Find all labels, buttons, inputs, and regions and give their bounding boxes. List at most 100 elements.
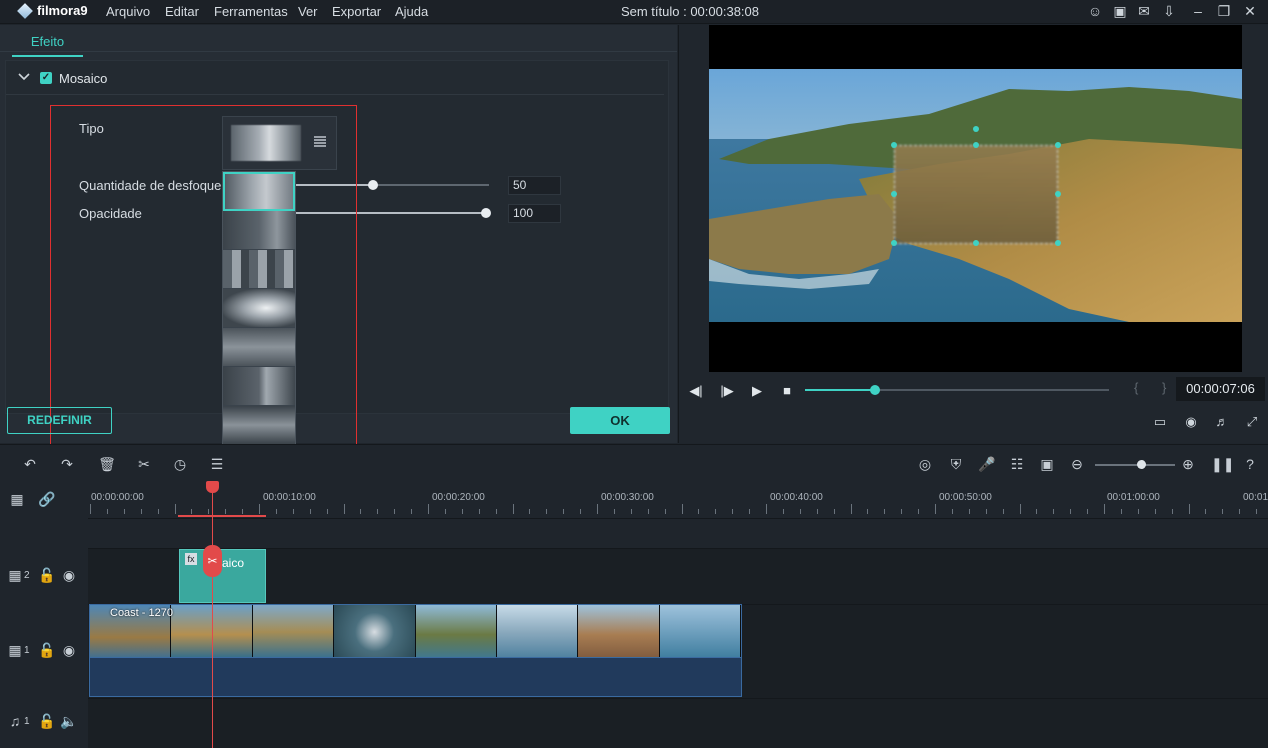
mosaic-option-5[interactable] [223, 328, 295, 367]
prev-frame-icon[interactable]: ◀| [688, 383, 704, 399]
opacity-slider-knob[interactable] [481, 208, 491, 218]
eye-icon[interactable]: ◉ [60, 641, 78, 659]
tab-efeito[interactable]: Efeito [12, 34, 83, 57]
close-icon[interactable]: ✕ [1241, 2, 1259, 20]
ruler-tick [546, 509, 548, 514]
user-icon[interactable]: ☺ [1086, 2, 1104, 20]
eye-icon[interactable]: ◉ [60, 566, 78, 584]
reset-button[interactable]: REDEFINIR [7, 407, 112, 434]
blur-slider-fill [296, 184, 373, 186]
mosaic-effect-clip[interactable]: fx saico [179, 549, 266, 603]
audio-track-lane[interactable] [88, 698, 1268, 748]
preview-canvas[interactable] [709, 25, 1242, 372]
volume-icon[interactable]: ♬ [1213, 413, 1231, 431]
ruler-tick [259, 504, 260, 514]
resize-handle-tl[interactable] [891, 142, 897, 148]
download-icon[interactable]: ⇩ [1160, 2, 1178, 20]
mosaic-type-select[interactable] [222, 116, 337, 170]
save-icon[interactable]: ▣ [1111, 2, 1129, 20]
timeline-ruler[interactable]: ▦ 🔗 00:00:00:00 00:00:10:00 00:00:20:00 … [0, 482, 1268, 518]
resize-handle-t[interactable] [973, 142, 979, 148]
clip-thumbnail [252, 605, 335, 657]
blur-slider-knob[interactable] [368, 180, 378, 190]
mosaic-option-7[interactable] [223, 406, 295, 445]
lock-icon[interactable]: 🔓 [38, 566, 56, 584]
step-play-icon[interactable]: |▶ [719, 383, 735, 399]
ruler-tick [461, 509, 463, 514]
clip-thumbnail [496, 605, 579, 657]
tab-divider [0, 51, 677, 52]
ok-button[interactable]: OK [570, 407, 670, 434]
play-icon[interactable]: ▶ [749, 383, 765, 399]
playback-progress-knob[interactable] [869, 385, 880, 395]
zoom-slider-track[interactable] [1095, 464, 1175, 466]
minimize-icon[interactable]: – [1189, 2, 1207, 20]
list-menu-icon[interactable] [313, 134, 327, 148]
speaker-icon[interactable]: 🔈 [60, 712, 78, 730]
mosaic-option-1[interactable] [223, 172, 295, 211]
rotate-handle[interactable] [973, 126, 979, 132]
effect-panel: Efeito ✓ Mosaico Tipo Quantidade de desf… [0, 25, 677, 443]
cut-icon[interactable]: ✂ [135, 455, 153, 473]
mail-icon[interactable]: ✉ [1135, 2, 1153, 20]
stop-icon[interactable]: ■ [779, 383, 795, 399]
blur-label: Quantidade de desfoque [79, 178, 222, 193]
snapshot-icon[interactable]: ◉ [1182, 413, 1200, 431]
chevron-down-icon[interactable] [18, 71, 30, 83]
render-icon[interactable]: ◎ [916, 455, 934, 473]
in-out-markers[interactable]: { } [1134, 380, 1176, 395]
blur-value-field[interactable]: 50 [508, 176, 561, 195]
effect-header-row[interactable]: ✓ Mosaico [6, 61, 664, 95]
scissors-icon[interactable]: ✂ [203, 545, 222, 577]
snapshot-timeline-icon[interactable]: ▣ [1038, 455, 1056, 473]
video-track-icon: ▦ [8, 642, 22, 658]
ruler-label: 00:01:00:00 [1107, 492, 1160, 503]
ruler-label: 00:00:10:00 [263, 492, 316, 503]
effect-enabled-checkbox[interactable]: ✓ [40, 72, 52, 84]
playhead-line[interactable] [212, 490, 213, 748]
link-icon[interactable]: 🔗 [38, 490, 56, 508]
resize-handle-r[interactable] [1055, 191, 1061, 197]
resize-handle-bl[interactable] [891, 240, 897, 246]
ruler-label: 00:00:00:00 [91, 492, 144, 503]
render-preview-icon[interactable]: ▭ [1151, 413, 1169, 431]
adjust-icon[interactable]: ☰ [208, 455, 226, 473]
redo-icon[interactable]: ↷ [58, 455, 76, 473]
delete-icon[interactable]: 🗑 [98, 455, 116, 473]
zoom-out-icon[interactable]: ⊖ [1068, 455, 1086, 473]
ruler-tick [191, 509, 193, 514]
opacity-value-field[interactable]: 100 [508, 204, 561, 223]
resize-handle-tr[interactable] [1055, 142, 1061, 148]
undo-icon[interactable]: ↶ [21, 455, 39, 473]
restore-icon[interactable]: ❐ [1215, 2, 1233, 20]
layout-icon[interactable]: ❚❚ [1211, 455, 1234, 473]
fullscreen-icon[interactable]: ⤢ [1243, 413, 1261, 431]
ruler-tick [495, 509, 497, 514]
ruler-tick [360, 509, 362, 514]
lock-icon[interactable]: 🔓 [38, 712, 56, 730]
mosaic-option-4[interactable] [223, 289, 295, 328]
resize-handle-br[interactable] [1055, 240, 1061, 246]
video-clip[interactable]: Coast - 1270 [89, 604, 742, 658]
mosaic-option-3[interactable] [223, 250, 295, 289]
playhead-handle[interactable] [206, 481, 219, 493]
ruler-tick [1256, 509, 1258, 514]
zoom-slider-knob[interactable] [1137, 460, 1146, 469]
video-clip-audio[interactable] [89, 658, 742, 697]
ruler-tick [377, 509, 379, 514]
microphone-icon[interactable]: 🎤 [978, 455, 996, 473]
mosaic-option-2[interactable] [223, 211, 295, 250]
help-icon[interactable]: ? [1241, 455, 1259, 473]
resize-handle-l[interactable] [891, 191, 897, 197]
voiceover-icon[interactable]: ☷ [1008, 455, 1026, 473]
speed-icon[interactable]: ◷ [171, 455, 189, 473]
zoom-in-icon[interactable]: ⊕ [1179, 455, 1197, 473]
mosaic-option-6[interactable] [223, 367, 295, 406]
marker-icon[interactable]: ⛨ [947, 455, 965, 473]
lock-icon[interactable]: 🔓 [38, 641, 56, 659]
ruler-tick [1019, 504, 1021, 514]
resize-handle-b[interactable] [973, 240, 979, 246]
add-track-icon[interactable]: ▦ [8, 490, 26, 508]
mosaic-region[interactable] [894, 145, 1058, 244]
clip-thumbnail [415, 605, 497, 657]
